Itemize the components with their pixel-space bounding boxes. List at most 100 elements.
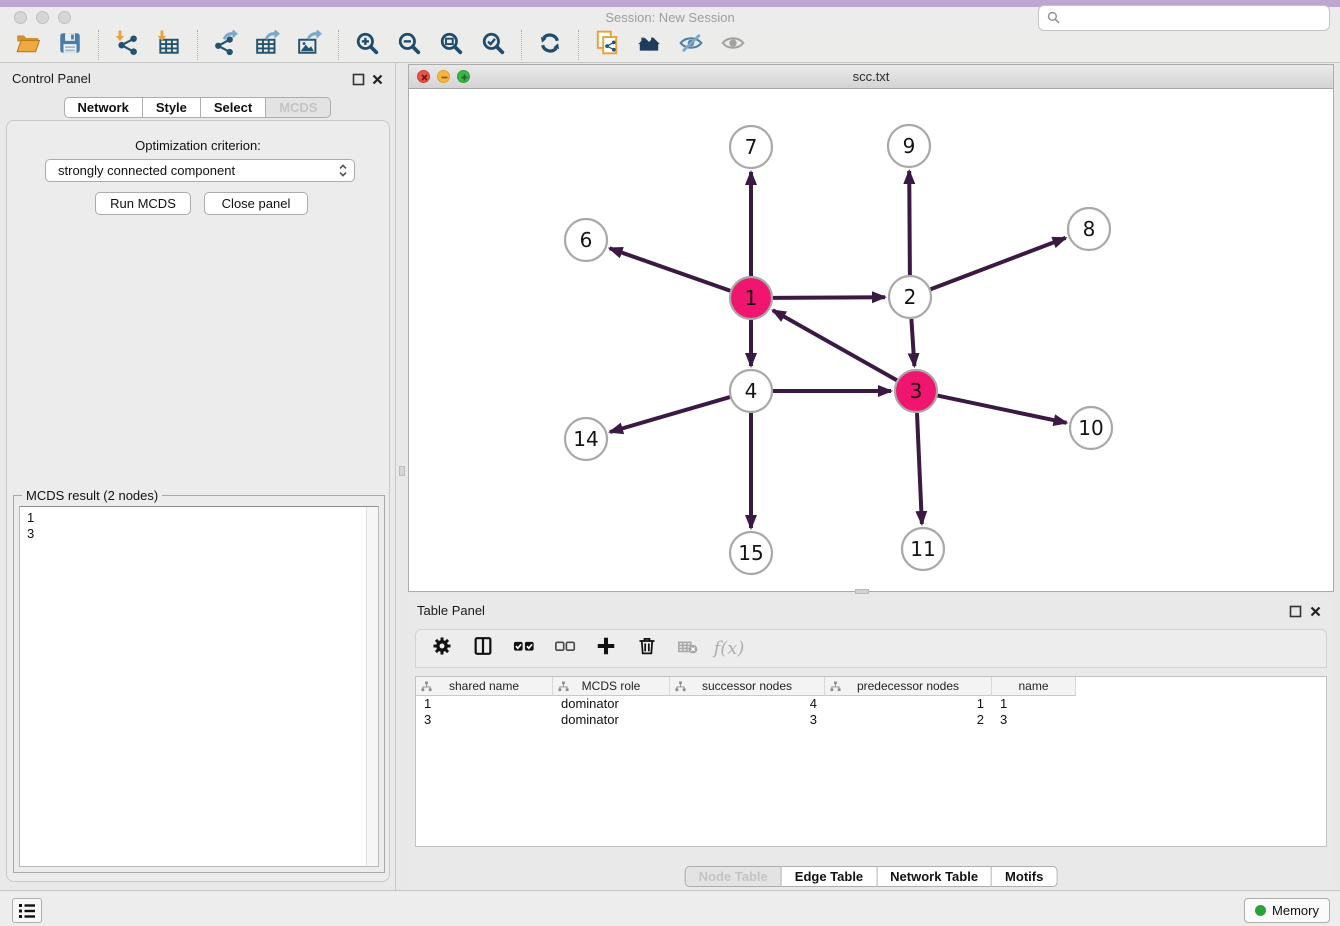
float-panel-icon[interactable] — [352, 73, 365, 86]
tab-select[interactable]: Select — [201, 97, 266, 118]
node-14[interactable]: 14 — [565, 418, 607, 460]
toolbar-group — [521, 30, 578, 60]
table-header-row: shared nameMCDS rolesuccessor nodesprede… — [416, 677, 1326, 696]
table-cell[interactable]: 3 — [992, 712, 1076, 728]
hide-graphics-details-button[interactable] — [676, 31, 706, 59]
open-session-button[interactable] — [13, 31, 43, 59]
table-cell[interactable]: 1 — [416, 696, 553, 712]
check-pair-icon — [513, 635, 535, 662]
edge-2-8[interactable] — [931, 238, 1066, 289]
new-network-from-selection-button[interactable] — [592, 31, 622, 59]
float-table-panel-icon[interactable] — [1289, 605, 1302, 618]
node-2[interactable]: 2 — [889, 276, 931, 318]
table-cell[interactable]: 1 — [825, 696, 992, 712]
column-header-shared-name[interactable]: shared name — [416, 677, 553, 696]
vertical-split-grip[interactable] — [399, 466, 405, 476]
tab-mcds[interactable]: MCDS — [266, 97, 331, 118]
edge-2-9[interactable] — [909, 171, 910, 275]
mcds-result-box[interactable]: 1 3 — [19, 506, 379, 867]
table-cell[interactable]: 2 — [825, 712, 992, 728]
close-panel-button[interactable]: Close panel — [204, 192, 308, 215]
edge-3-1[interactable] — [773, 310, 897, 380]
mcds-panel: Optimization criterion: strongly connect… — [6, 120, 390, 882]
node-4[interactable]: 4 — [730, 370, 772, 412]
node-9[interactable]: 9 — [888, 125, 930, 167]
node-3[interactable]: 3 — [895, 370, 937, 412]
horizontal-split-grip[interactable] — [855, 589, 869, 594]
node-7[interactable]: 7 — [730, 126, 772, 168]
table-cell[interactable]: dominator — [553, 712, 670, 728]
select-all-button[interactable] — [512, 637, 536, 661]
svg-text:14: 14 — [573, 427, 598, 451]
svg-text:6: 6 — [580, 228, 593, 252]
search-box[interactable] — [1038, 5, 1330, 31]
criterion-dropdown[interactable]: strongly connected component — [45, 159, 355, 182]
table-cell[interactable]: dominator — [553, 696, 670, 712]
close-panel-icon[interactable] — [371, 73, 384, 86]
import-network-button[interactable] — [112, 31, 142, 59]
import-table-button[interactable] — [154, 31, 184, 59]
search-input[interactable] — [1066, 11, 1321, 26]
tab-node-table[interactable]: Node Table — [685, 866, 782, 887]
tab-motifs[interactable]: Motifs — [992, 866, 1057, 887]
refresh-layout-button[interactable] — [535, 31, 565, 59]
export-table-icon — [255, 30, 281, 61]
node-6[interactable]: 6 — [565, 219, 607, 261]
export-image-button[interactable] — [295, 31, 325, 59]
zoom-fit-button[interactable] — [436, 31, 466, 59]
delete-column-button[interactable] — [635, 637, 659, 661]
table-panel-title: Table Panel — [417, 603, 485, 618]
zoom-in-button[interactable] — [352, 31, 382, 59]
edge-1-2[interactable] — [773, 297, 885, 298]
table-panel-header: Table Panel — [408, 601, 1334, 621]
node-8[interactable]: 8 — [1068, 208, 1110, 250]
edge-1-6[interactable] — [610, 248, 731, 290]
node-1[interactable]: 1 — [730, 277, 772, 319]
toolbar-group — [197, 30, 338, 60]
node-15[interactable]: 15 — [730, 532, 772, 574]
tab-network-table[interactable]: Network Table — [877, 866, 992, 887]
control-panel-tabs: NetworkStyleSelectMCDS — [64, 97, 332, 118]
result-scrollbar[interactable] — [366, 507, 378, 866]
network-canvas[interactable]: 7 9 6 8 1 2 4 3 14 10 15 11 — [409, 89, 1333, 591]
table-cell[interactable]: 3 — [670, 712, 825, 728]
column-header-successor-nodes[interactable]: successor nodes — [670, 677, 825, 696]
add-column-button[interactable] — [594, 637, 618, 661]
toolbar-group — [578, 30, 761, 60]
column-header-mcds-role[interactable]: MCDS role — [553, 677, 670, 696]
export-network-button[interactable] — [211, 31, 241, 59]
svg-text:9: 9 — [903, 134, 916, 158]
network-graph[interactable]: 7 9 6 8 1 2 4 3 14 10 15 11 — [409, 89, 1333, 591]
column-header-name[interactable]: name — [992, 677, 1076, 696]
tab-network[interactable]: Network — [64, 97, 143, 118]
control-panel-header: Control Panel — [0, 69, 395, 89]
show-column-button[interactable] — [471, 637, 495, 661]
edge-4-14[interactable] — [610, 397, 730, 432]
network-window-titlebar[interactable]: scc.txt — [409, 65, 1333, 89]
edge-2-3[interactable] — [911, 319, 914, 366]
tab-edge-table[interactable]: Edge Table — [782, 866, 877, 887]
export-table-button[interactable] — [253, 31, 283, 59]
column-header-predecessor-nodes[interactable]: predecessor nodes — [825, 677, 992, 696]
task-history-button[interactable] — [12, 898, 42, 923]
run-mcds-button[interactable]: Run MCDS — [95, 192, 191, 215]
memory-button[interactable]: Memory — [1244, 898, 1330, 923]
zoom-selected-button[interactable] — [478, 31, 508, 59]
table-cell[interactable]: 3 — [416, 712, 553, 728]
clone-network-icon — [594, 30, 620, 61]
uncheck-pair-icon — [554, 635, 576, 662]
node-10[interactable]: 10 — [1070, 407, 1112, 449]
table-cell[interactable]: 4 — [670, 696, 825, 712]
close-table-panel-icon[interactable] — [1309, 605, 1322, 618]
table-options-button[interactable] — [430, 637, 454, 661]
home-button[interactable] — [634, 31, 664, 59]
save-session-button[interactable] — [55, 31, 85, 59]
zoom-out-button[interactable] — [394, 31, 424, 59]
table-cell[interactable]: 1 — [992, 696, 1076, 712]
node-11[interactable]: 11 — [902, 528, 944, 570]
edge-3-11[interactable] — [917, 413, 922, 524]
eye-icon — [720, 30, 746, 61]
tab-style[interactable]: Style — [143, 97, 201, 118]
deselect-all-button[interactable] — [553, 637, 577, 661]
edge-3-10[interactable] — [938, 396, 1067, 423]
